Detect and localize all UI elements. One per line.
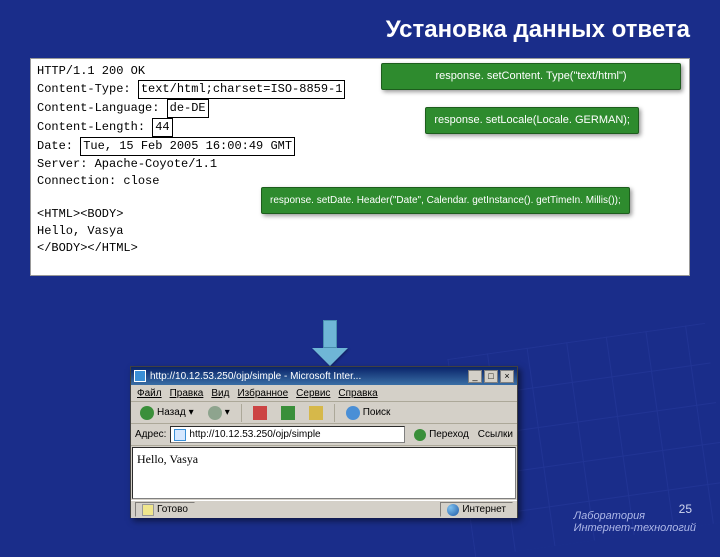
links-label[interactable]: Ссылки	[478, 429, 513, 440]
back-button[interactable]: Назад ▾	[135, 404, 199, 422]
search-label: Поиск	[363, 407, 391, 418]
search-icon	[346, 406, 360, 420]
menu-tools[interactable]: Сервис	[296, 388, 330, 399]
toolbar-separator	[334, 404, 335, 422]
browser-content-area: Hello, Vasya	[132, 447, 516, 499]
browser-titlebar[interactable]: http://10.12.53.250/ojp/simple - Microso…	[131, 367, 517, 385]
browser-toolbar: Назад ▾ ▾ Поиск	[131, 402, 517, 424]
status-zone-pane: Интернет	[440, 502, 513, 517]
go-button[interactable]: Переход	[409, 426, 474, 444]
back-arrow-icon	[140, 406, 154, 420]
close-button[interactable]: ×	[500, 370, 514, 383]
minimize-button[interactable]: _	[468, 370, 482, 383]
toolbar-separator	[241, 404, 242, 422]
dropdown-icon: ▾	[189, 407, 194, 418]
page-body-text: Hello, Vasya	[137, 452, 198, 466]
len-value-box: 44	[152, 118, 172, 137]
date-label: Date:	[37, 139, 80, 153]
address-url: http://10.12.53.250/ojp/simple	[189, 429, 320, 440]
status-done-text: Готово	[157, 504, 188, 515]
browser-title-text: http://10.12.53.250/ojp/simple - Microso…	[150, 371, 466, 382]
http-server-line: Server: Apache-Coyote/1.1	[37, 156, 683, 173]
browser-window: http://10.12.53.250/ojp/simple - Microso…	[130, 366, 518, 518]
callout-content-type: response. set​Content. Type("text/html")	[381, 63, 681, 90]
status-zone-text: Интернет	[462, 504, 506, 515]
menu-favorites[interactable]: Избранное	[237, 388, 288, 399]
date-value-box: Tue, 15 Feb 2005 16:00:49 GMT	[80, 137, 295, 156]
browser-status-bar: Готово Интернет	[131, 500, 517, 518]
status-done-pane: Готово	[135, 502, 195, 517]
home-icon	[309, 406, 323, 420]
stop-button[interactable]	[248, 404, 272, 422]
slide-title: Установка данных ответа	[0, 0, 720, 52]
back-label: Назад	[157, 407, 186, 418]
footer-text: ЛабораторияИнтернет-технологий	[574, 510, 696, 534]
address-input[interactable]: http://10.12.53.250/ojp/simple	[170, 426, 405, 443]
go-icon	[414, 429, 426, 441]
menu-edit[interactable]: Правка	[170, 388, 204, 399]
cl-label: Content-Language:	[37, 101, 167, 115]
http-date-line: Date: Tue, 15 Feb 2005 16:00:49 GMT	[37, 137, 683, 156]
forward-button[interactable]: ▾	[203, 404, 235, 422]
internet-zone-icon	[447, 504, 459, 516]
cl-value-box: de-DE	[167, 99, 209, 118]
browser-address-bar: Адрес: http://10.12.53.250/ojp/simple Пе…	[131, 424, 517, 446]
address-label: Адрес:	[135, 429, 166, 440]
ct-value-box: text/html;charset=ISO-8859-1	[138, 80, 346, 99]
search-button[interactable]: Поиск	[341, 404, 396, 422]
body-line-2: Hello, Vasya	[37, 223, 683, 240]
body-line-3: </BODY></HTML>	[37, 240, 683, 257]
arrow-down-icon	[310, 320, 350, 366]
home-button[interactable]	[304, 404, 328, 422]
dropdown-icon: ▾	[225, 407, 230, 418]
status-spacer	[201, 502, 434, 517]
http-response-panel: HTTP/1.1 200 OK Content-Type: text/html;…	[30, 58, 690, 276]
callout-date-header: response. set​Date. Header("Date", Calen…	[261, 187, 630, 214]
menu-file[interactable]: Файл	[137, 388, 162, 399]
ie-icon	[134, 370, 146, 382]
callout-locale: response. set​Locale(Locale. GERMAN);	[425, 107, 639, 134]
done-icon	[142, 504, 154, 516]
menu-view[interactable]: Вид	[211, 388, 229, 399]
forward-arrow-icon	[208, 406, 222, 420]
refresh-button[interactable]	[276, 404, 300, 422]
refresh-icon	[281, 406, 295, 420]
go-label: Переход	[429, 429, 469, 440]
maximize-button[interactable]: □	[484, 370, 498, 383]
len-label: Content-Length:	[37, 120, 152, 134]
stop-icon	[253, 406, 267, 420]
page-icon	[174, 429, 186, 441]
menu-help[interactable]: Справка	[338, 388, 377, 399]
ct-label: Content-Type:	[37, 82, 138, 96]
browser-menubar: Файл Правка Вид Избранное Сервис Справка	[131, 385, 517, 402]
